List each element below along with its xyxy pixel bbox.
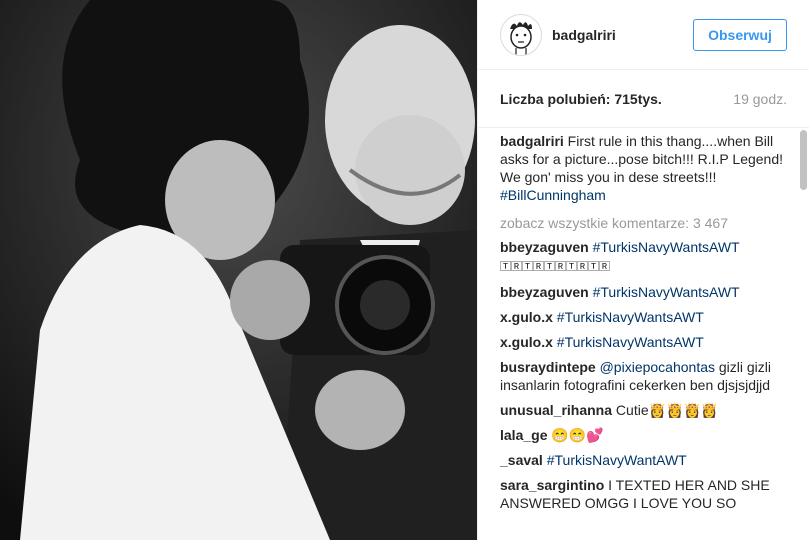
comment-item: bbeyzaguven #TurkisNavyWantsAWT 🅃🅁🅃🅁🅃🅁🅃🅁…	[500, 238, 787, 276]
comment-text: 😁😁💕	[547, 427, 604, 443]
comment-hashtag[interactable]: #TurkisNavyWantsAWT	[557, 309, 704, 325]
comment-item: lala_ge 😁😁💕	[500, 426, 787, 444]
comment-item: _saval #TurkisNavyWantAWT	[500, 451, 787, 469]
comment-hashtag[interactable]: #TurkisNavyWantAWT	[547, 452, 687, 468]
comment-username[interactable]: x.gulo.x	[500, 334, 553, 350]
comment-mention[interactable]: @pixiepocahontas	[600, 359, 715, 375]
caption-hashtag[interactable]: #BillCunningham	[500, 187, 606, 203]
comment-item: busraydintepe @pixiepocahontas gizli giz…	[500, 358, 787, 394]
comment-item: x.gulo.x #TurkisNavyWantsAWT	[500, 333, 787, 351]
comment-username[interactable]: bbeyzaguven	[500, 284, 589, 300]
post-photo[interactable]	[0, 0, 477, 540]
comments-scrollbar[interactable]	[800, 130, 807, 190]
post-stats: Liczba polubień: 715tys. 19 godz.	[478, 70, 809, 128]
post-time[interactable]: 19 godz.	[733, 91, 787, 107]
instagram-post: badgalriri Obserwuj Liczba polubień: 715…	[0, 0, 809, 540]
comment-username[interactable]: unusual_rihanna	[500, 402, 612, 418]
comment-username[interactable]: bbeyzaguven	[500, 239, 589, 255]
comment-item: x.gulo.x #TurkisNavyWantsAWT	[500, 308, 787, 326]
post-header: badgalriri Obserwuj	[478, 0, 809, 70]
comment-username[interactable]: lala_ge	[500, 427, 547, 443]
view-all-comments-link[interactable]: zobacz wszystkie komentarze: 3 467	[500, 215, 787, 231]
comments-list: badgalriri First rule in this thang....w…	[478, 128, 809, 540]
comment-username[interactable]: sara_sargintino	[500, 477, 604, 493]
comment-item: sara_sargintino I TEXTED HER AND SHE ANS…	[500, 476, 787, 512]
comment-item: unusual_rihanna Cutie👸👸👸👸	[500, 401, 787, 419]
comment-username[interactable]: _saval	[500, 452, 543, 468]
comment-hashtag[interactable]: #TurkisNavyWantsAWT	[593, 239, 740, 255]
caption: badgalriri First rule in this thang....w…	[500, 132, 787, 204]
cartoon-face-avatar-icon[interactable]	[500, 13, 542, 56]
post-side-panel: badgalriri Obserwuj Liczba polubień: 715…	[477, 0, 809, 540]
username-link[interactable]: badgalriri	[552, 27, 616, 43]
likes-count[interactable]: Liczba polubień: 715tys.	[500, 91, 662, 107]
comment-username[interactable]: busraydintepe	[500, 359, 596, 375]
comment-hashtag[interactable]: #TurkisNavyWantsAWT	[557, 334, 704, 350]
comment-item: bbeyzaguven #TurkisNavyWantsAWT	[500, 283, 787, 301]
comment-extra-text: 🅃🅁🅃🅁🅃🅁🅃🅁🅃🅁	[500, 261, 610, 273]
caption-username[interactable]: badgalriri	[500, 133, 564, 149]
follow-button[interactable]: Obserwuj	[693, 19, 787, 51]
comment-username[interactable]: x.gulo.x	[500, 309, 553, 325]
comment-text: Cutie👸👸👸👸	[612, 402, 719, 418]
comment-hashtag[interactable]: #TurkisNavyWantsAWT	[593, 284, 740, 300]
